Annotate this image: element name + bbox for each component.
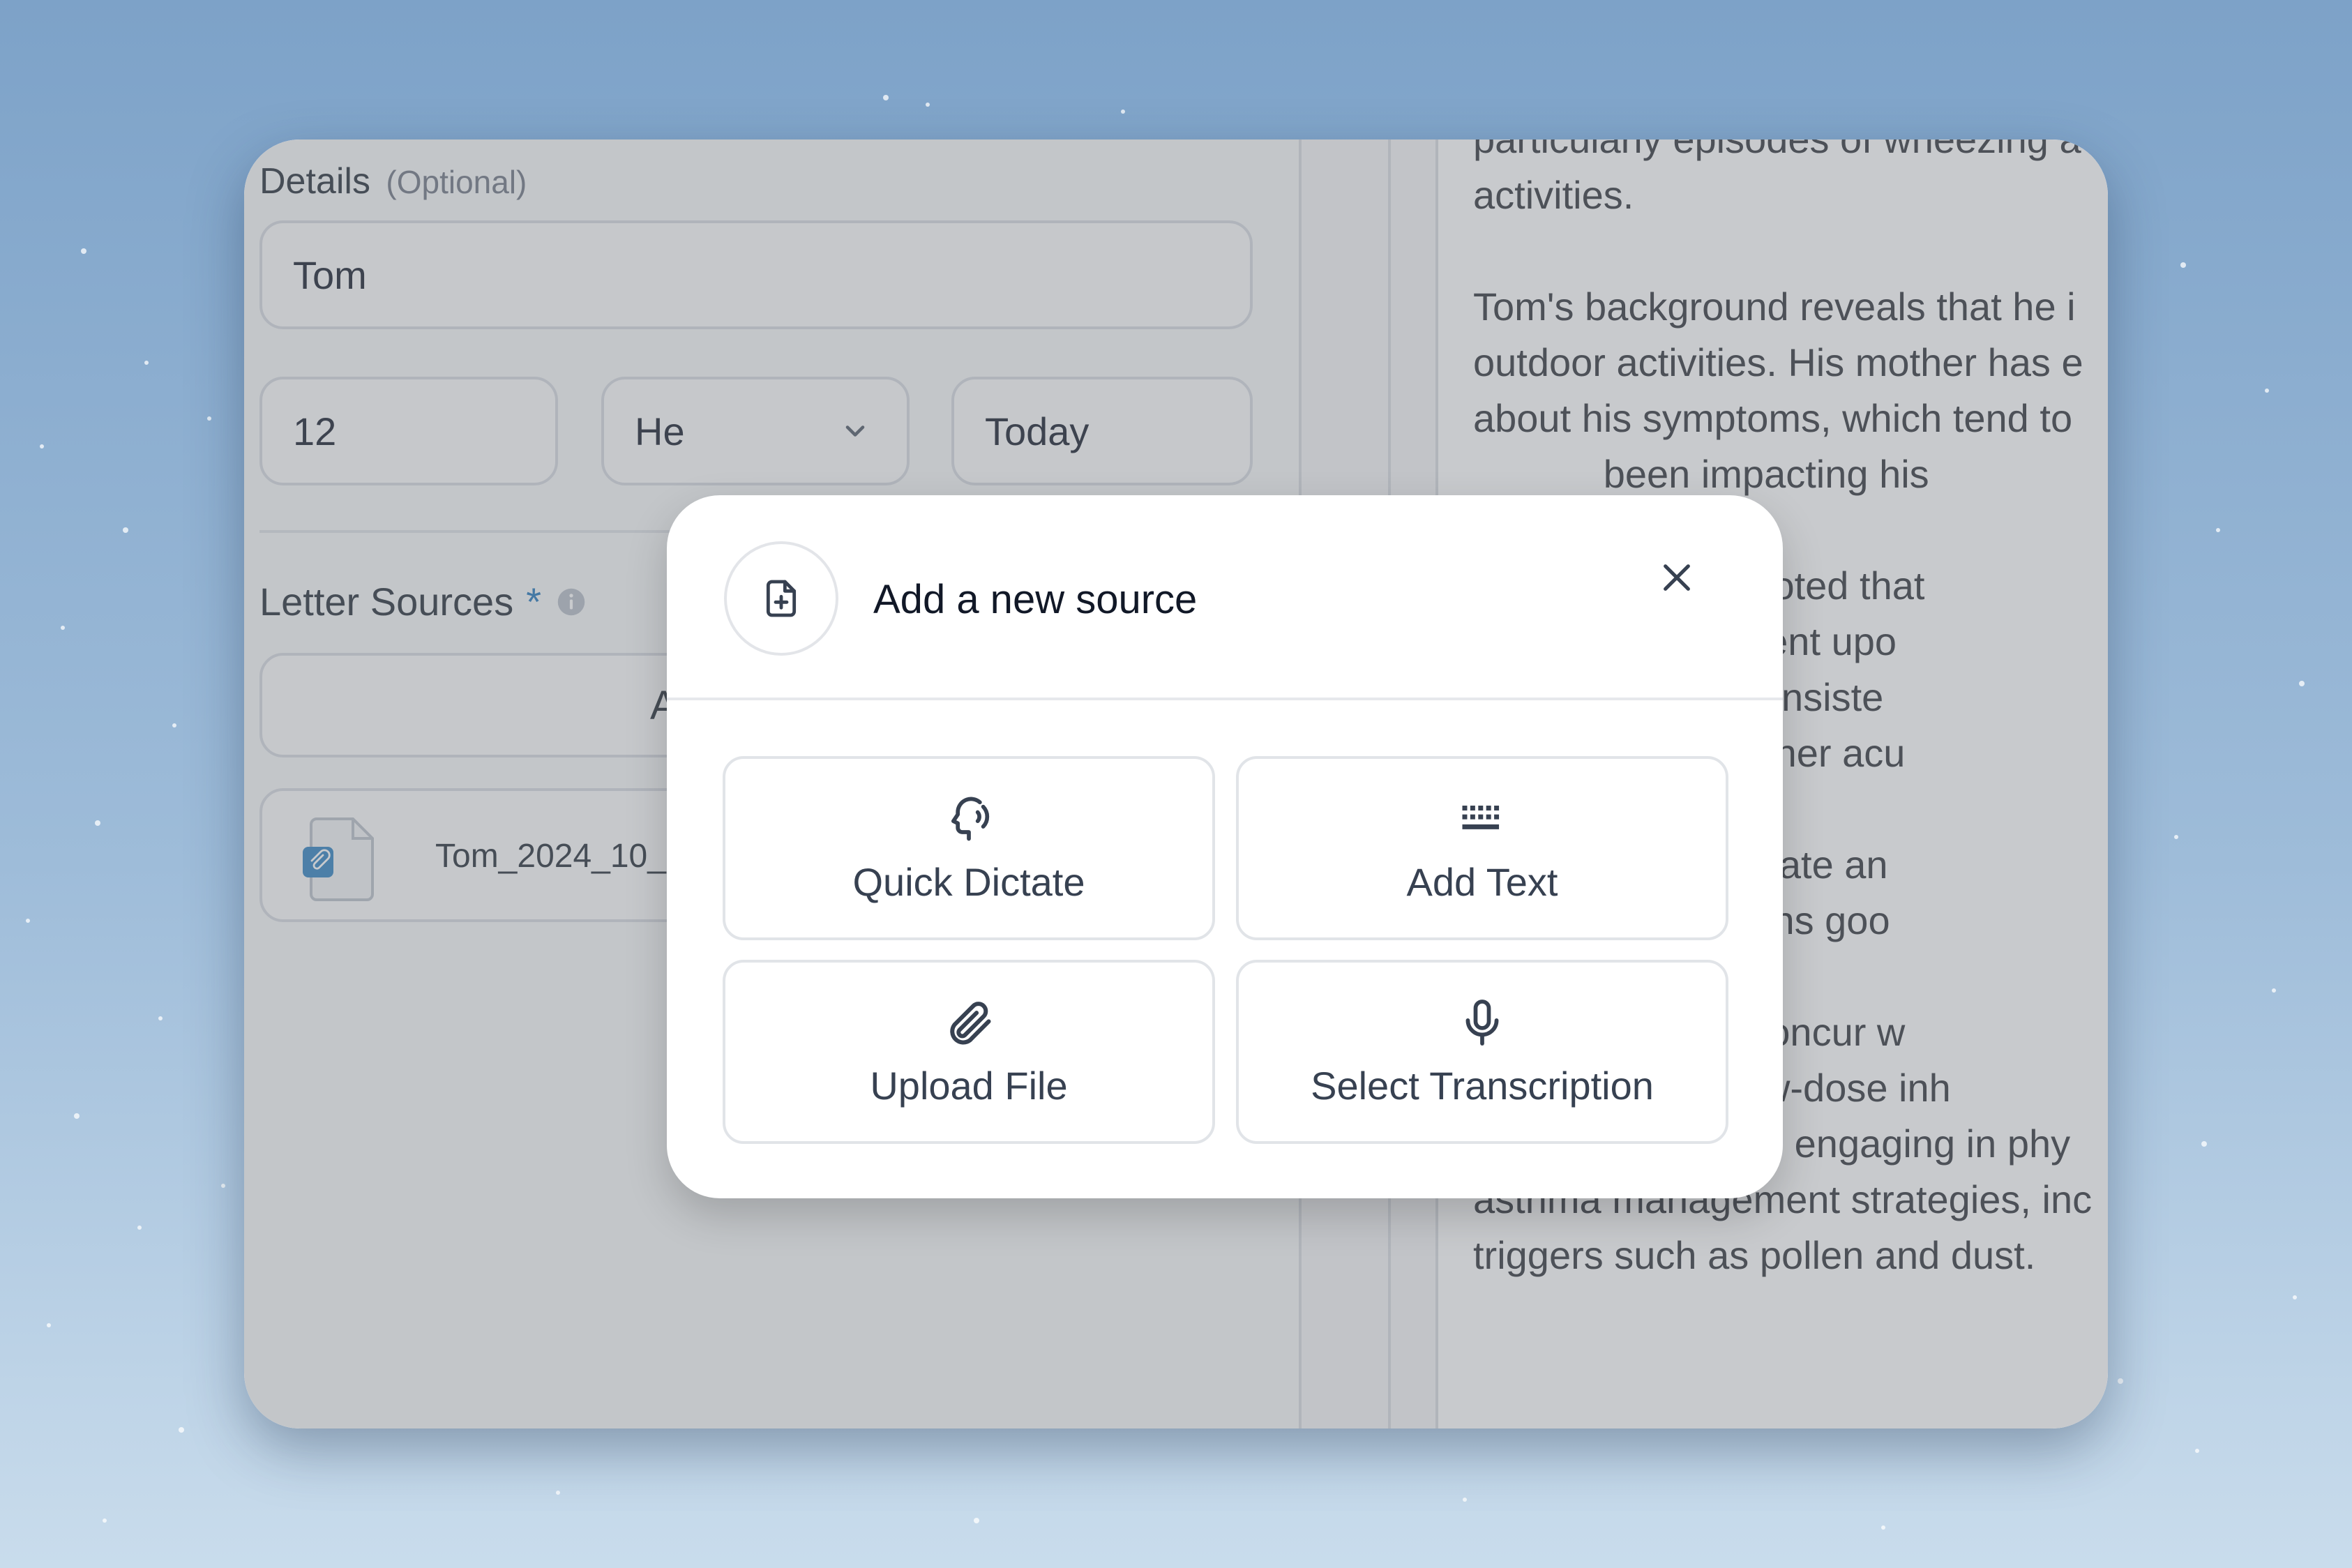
upload-file-label: Upload File <box>870 1063 1068 1108</box>
file-plus-icon <box>766 580 797 617</box>
close-button[interactable] <box>1648 548 1706 607</box>
close-icon <box>1664 564 1690 591</box>
add-text-button[interactable]: Add Text <box>1236 756 1728 940</box>
microphone-icon <box>1465 999 1499 1046</box>
modal-divider <box>667 698 1783 700</box>
speaking-head-icon <box>951 797 990 840</box>
quick-dictate-button[interactable]: Quick Dictate <box>723 756 1215 940</box>
paperclip-icon <box>950 1001 991 1044</box>
select-transcription-button[interactable]: Select Transcription <box>1236 960 1728 1144</box>
add-source-modal: Add a new source Quick Dictate Add Text … <box>667 495 1783 1198</box>
modal-header-icon <box>724 541 838 656</box>
modal-title: Add a new source <box>873 577 1198 622</box>
quick-dictate-label: Quick Dictate <box>852 859 1085 904</box>
upload-file-button[interactable]: Upload File <box>723 960 1215 1144</box>
select-transcription-label: Select Transcription <box>1311 1063 1654 1108</box>
add-text-label: Add Text <box>1406 859 1558 904</box>
keyboard-icon <box>1462 805 1500 829</box>
